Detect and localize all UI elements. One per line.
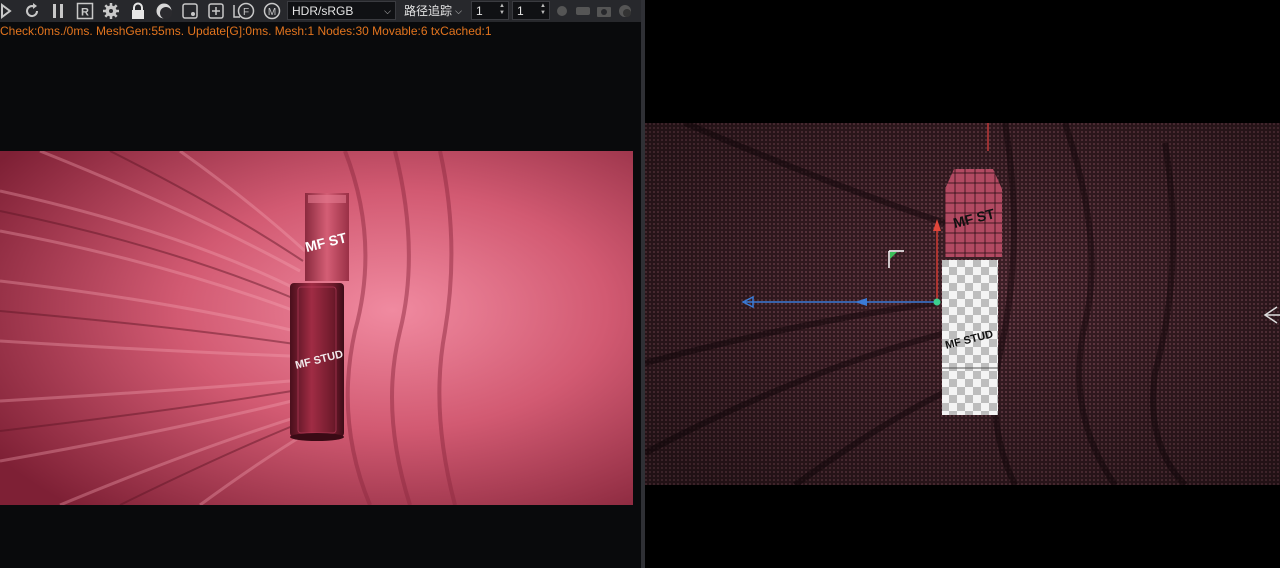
rendered-scene: MF ST MF STUD <box>0 151 633 505</box>
samples-spinner[interactable]: 1 ▲ ▼ <box>471 1 509 20</box>
region-r-icon[interactable]: R <box>74 2 96 20</box>
render-viewport[interactable]: MF ST MF STUD <box>0 151 633 505</box>
material-m-icon[interactable]: M <box>261 2 283 20</box>
chevron-down-icon: ⌵ <box>455 6 462 16</box>
chevron-down-icon: ⌵ <box>384 6 391 16</box>
add-icon[interactable] <box>205 2 227 20</box>
channels-icon[interactable] <box>573 2 593 20</box>
refresh-icon[interactable] <box>21 2 43 20</box>
color-mode-value: HDR/sRGB <box>292 4 354 18</box>
render-mode-select[interactable]: 路径追踪 ⌵ <box>399 1 467 20</box>
samples-value: 1 <box>476 4 483 18</box>
focus-f-icon[interactable]: F <box>235 2 257 20</box>
live-viewer-panel: R F M HDR/sRGB ⌵ 路径追踪 ⌵ 1 ▲ ▼ 1 ▲ ▼ Chec… <box>0 0 641 568</box>
svg-text:R: R <box>81 7 89 19</box>
render-icon[interactable] <box>0 2 14 20</box>
spinner-arrows-icon[interactable]: ▲ ▼ <box>540 3 546 17</box>
render-mode-value: 路径追踪 <box>404 4 453 18</box>
depth-value: 1 <box>517 4 524 18</box>
clay-icon[interactable] <box>554 2 570 20</box>
color-mode-select[interactable]: HDR/sRGB ⌵ <box>287 1 396 20</box>
perspective-viewport-panel: MF ST MF STUD <box>645 0 1280 568</box>
wireframe-viewport[interactable]: MF ST MF STUD <box>645 123 1280 485</box>
sphere-icon[interactable] <box>153 2 175 20</box>
spinner-arrows-icon[interactable]: ▲ ▼ <box>499 3 505 17</box>
wireframe-scene: MF ST MF STUD <box>645 123 1280 485</box>
depth-spinner[interactable]: 1 ▲ ▼ <box>512 1 550 20</box>
render-stats: Check:0ms./0ms. MeshGen:55ms. Update[G]:… <box>0 24 492 38</box>
svg-text:M: M <box>268 7 276 18</box>
gear-icon[interactable] <box>100 2 122 20</box>
viewer-toolbar: R F M HDR/sRGB ⌵ 路径追踪 ⌵ 1 ▲ ▼ 1 ▲ ▼ <box>0 0 641 22</box>
sphere-small-icon[interactable] <box>616 2 634 20</box>
svg-text:F: F <box>243 7 249 18</box>
pause-icon[interactable] <box>49 2 67 20</box>
lock-icon[interactable] <box>127 2 149 20</box>
camera-icon[interactable] <box>594 2 614 20</box>
scene-icon[interactable] <box>179 2 201 20</box>
